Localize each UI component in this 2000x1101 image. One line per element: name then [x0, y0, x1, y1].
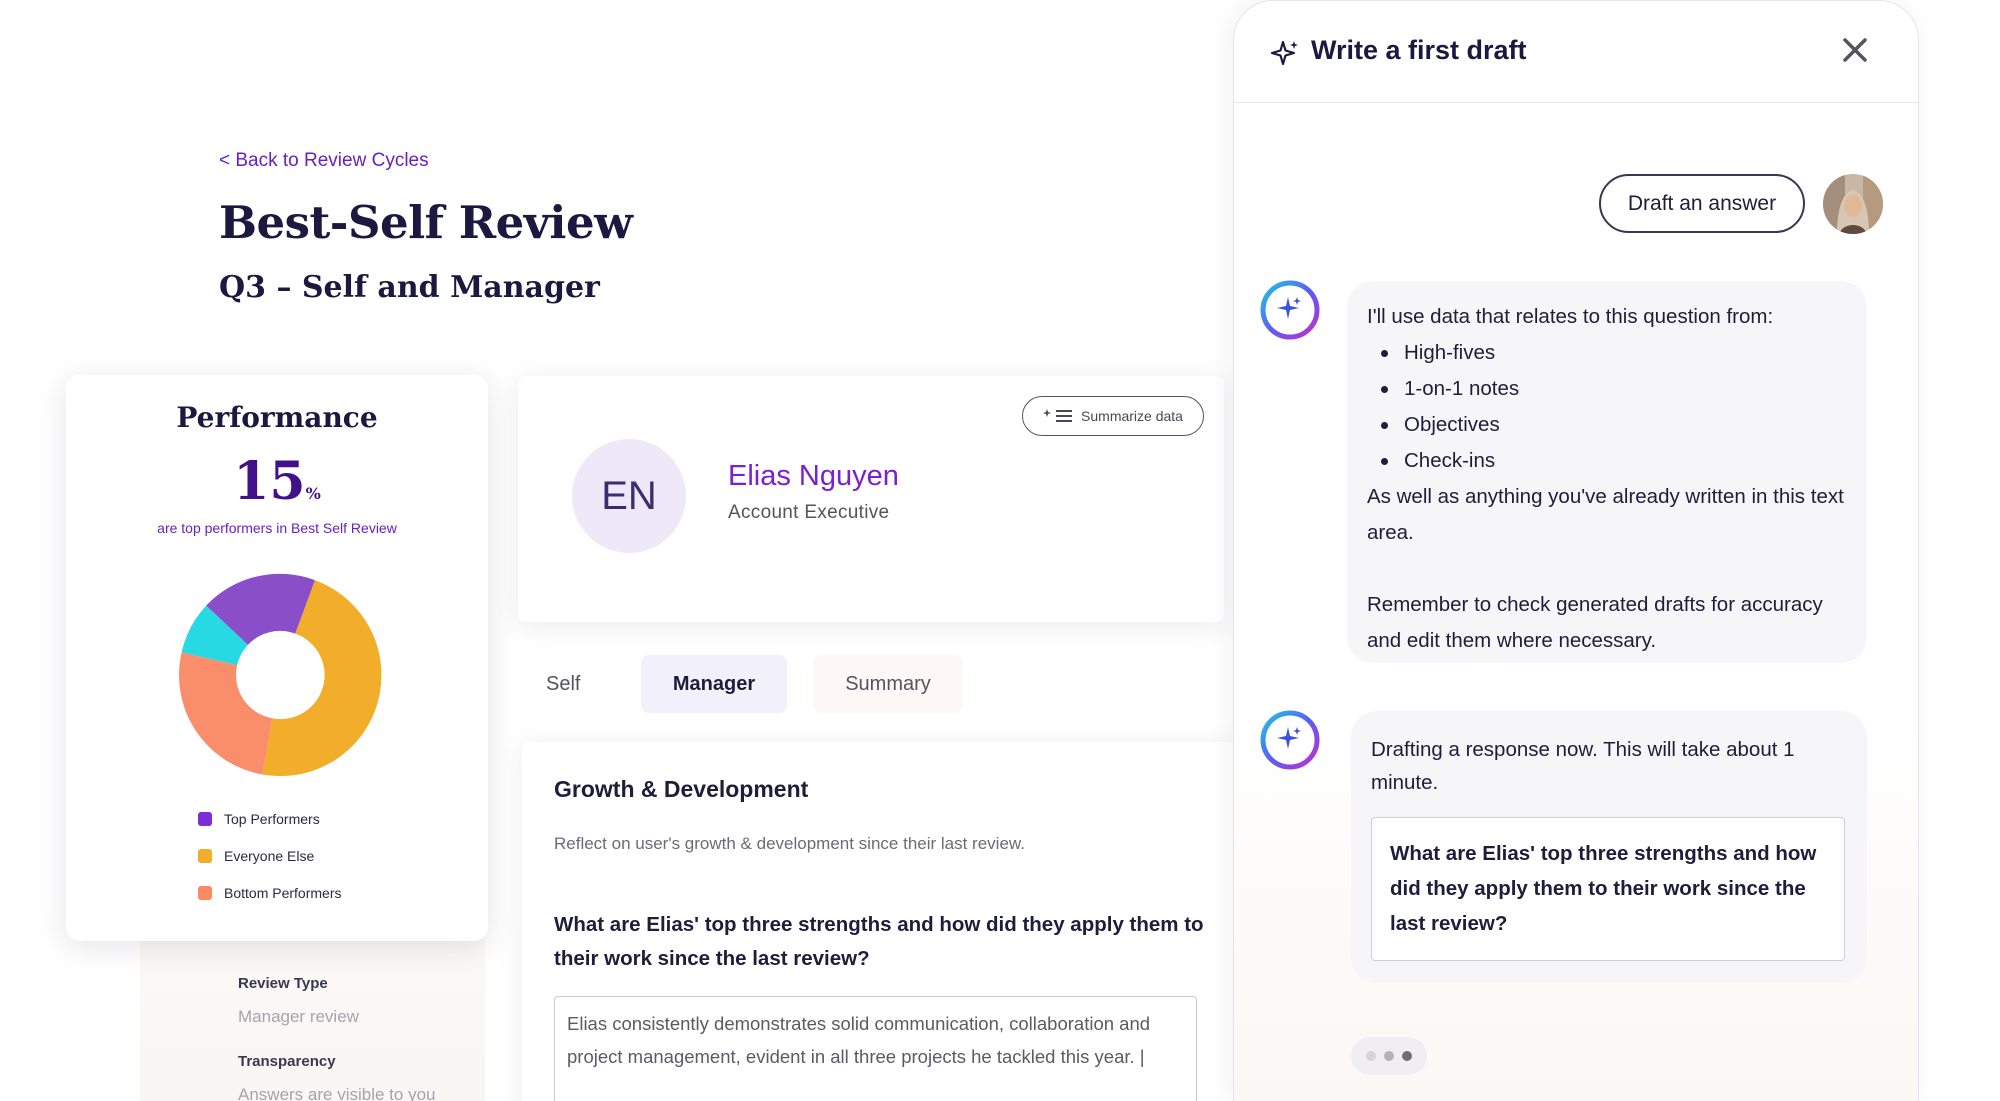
- ai-message-also: As well as anything you've already writt…: [1367, 485, 1844, 544]
- donut-segment-bottom-performers: [179, 652, 273, 775]
- legend-item: Bottom Performers: [198, 874, 341, 911]
- legend-swatch-bottom: [198, 885, 212, 900]
- list-item: Objectives: [1381, 407, 1847, 443]
- ai-assistant-icon: [1260, 280, 1320, 340]
- sparkle-icon: [1270, 40, 1298, 66]
- user-photo-icon: [1823, 174, 1883, 234]
- user-avatar: [1823, 174, 1883, 234]
- typing-indicator: [1351, 1037, 1427, 1075]
- list-item: Check-ins: [1381, 443, 1847, 479]
- quoted-question: What are Elias' top three strengths and …: [1371, 817, 1845, 961]
- legend-swatch-top: [198, 811, 212, 826]
- growth-development-card: Growth & Development Reflect on user's g…: [522, 742, 1244, 1101]
- review-type-value: Manager review: [238, 1007, 359, 1026]
- growth-description: Reflect on user's growth & development s…: [554, 834, 1025, 853]
- performance-stat: 15%: [66, 451, 488, 512]
- panel-title: Write a first draft: [1311, 35, 1527, 65]
- legend-item: Top Performers: [198, 800, 341, 837]
- list-item: High-fives: [1381, 335, 1847, 371]
- typing-dot: [1366, 1051, 1376, 1061]
- ai-assistant-icon: [1260, 710, 1320, 770]
- performance-caption: are top performers in Best Self Review: [157, 520, 397, 536]
- performance-title: Performance: [176, 401, 378, 434]
- list-item: 1-on-1 notes: [1381, 371, 1847, 407]
- typing-dot: [1402, 1051, 1412, 1061]
- back-to-review-cycles-link[interactable]: < Back to Review Cycles: [219, 150, 429, 172]
- drafting-status: Drafting a response now. This will take …: [1371, 738, 1795, 794]
- typing-dot: [1384, 1051, 1394, 1061]
- tab-summary[interactable]: Summary: [813, 655, 963, 713]
- review-meta: Review Type Manager review Transparency …: [238, 975, 435, 1101]
- panel-header: Write a first draft: [1234, 1, 1918, 103]
- tab-self[interactable]: Self: [530, 655, 600, 713]
- source-list: High-fives 1-on-1 notes Objectives Check…: [1367, 335, 1847, 479]
- growth-question: What are Elias' top three strengths and …: [554, 913, 1204, 970]
- sparkle-list-icon: [1043, 409, 1073, 422]
- summarize-data-label: Summarize data: [1081, 408, 1183, 424]
- ai-message-reminder: Remember to check generated drafts for a…: [1367, 593, 1823, 652]
- summarize-data-button[interactable]: Summarize data: [1022, 396, 1204, 436]
- growth-title: Growth & Development: [554, 776, 809, 802]
- chart-legend: Top Performers Everyone Else Bottom Perf…: [198, 800, 341, 911]
- ai-message-drafting: Drafting a response now. This will take …: [1351, 711, 1867, 983]
- review-type-label: Review Type: [238, 975, 328, 992]
- page-subtitle: Q3 – Self and Manager: [219, 270, 600, 305]
- employee-role: Account Executive: [728, 502, 890, 523]
- performance-card: Performance 15% are top performers in Be…: [66, 375, 488, 941]
- legend-label: Everyone Else: [224, 847, 315, 864]
- ai-message-intro: I'll use data that relates to this quest…: [1367, 305, 1774, 328]
- close-icon[interactable]: [1840, 35, 1870, 65]
- transparency-label: Transparency: [238, 1053, 336, 1070]
- tab-manager[interactable]: Manager: [641, 655, 787, 713]
- transparency-value: Answers are visible to you: [238, 1085, 436, 1101]
- legend-label: Top Performers: [224, 810, 320, 827]
- performance-percentage: 15: [233, 451, 306, 512]
- performance-donut-chart: [179, 573, 382, 777]
- percent-sign: %: [305, 484, 321, 503]
- user-prompt-bubble: Draft an answer: [1599, 174, 1805, 233]
- ai-message-sources: I'll use data that relates to this quest…: [1347, 281, 1867, 663]
- employee-avatar: EN: [572, 439, 686, 553]
- legend-item: Everyone Else: [198, 837, 341, 874]
- page-title: Best-Self Review: [219, 196, 633, 249]
- legend-swatch-everyone: [198, 848, 212, 863]
- employee-card: Summarize data EN Elias Nguyen Account E…: [518, 376, 1224, 622]
- employee-name: Elias Nguyen: [728, 460, 899, 492]
- answer-textarea[interactable]: Elias consistently demonstrates solid co…: [554, 996, 1197, 1101]
- write-draft-panel: Write a first draft Draft an answer I'll…: [1233, 0, 1919, 1101]
- legend-label: Bottom Performers: [224, 884, 342, 901]
